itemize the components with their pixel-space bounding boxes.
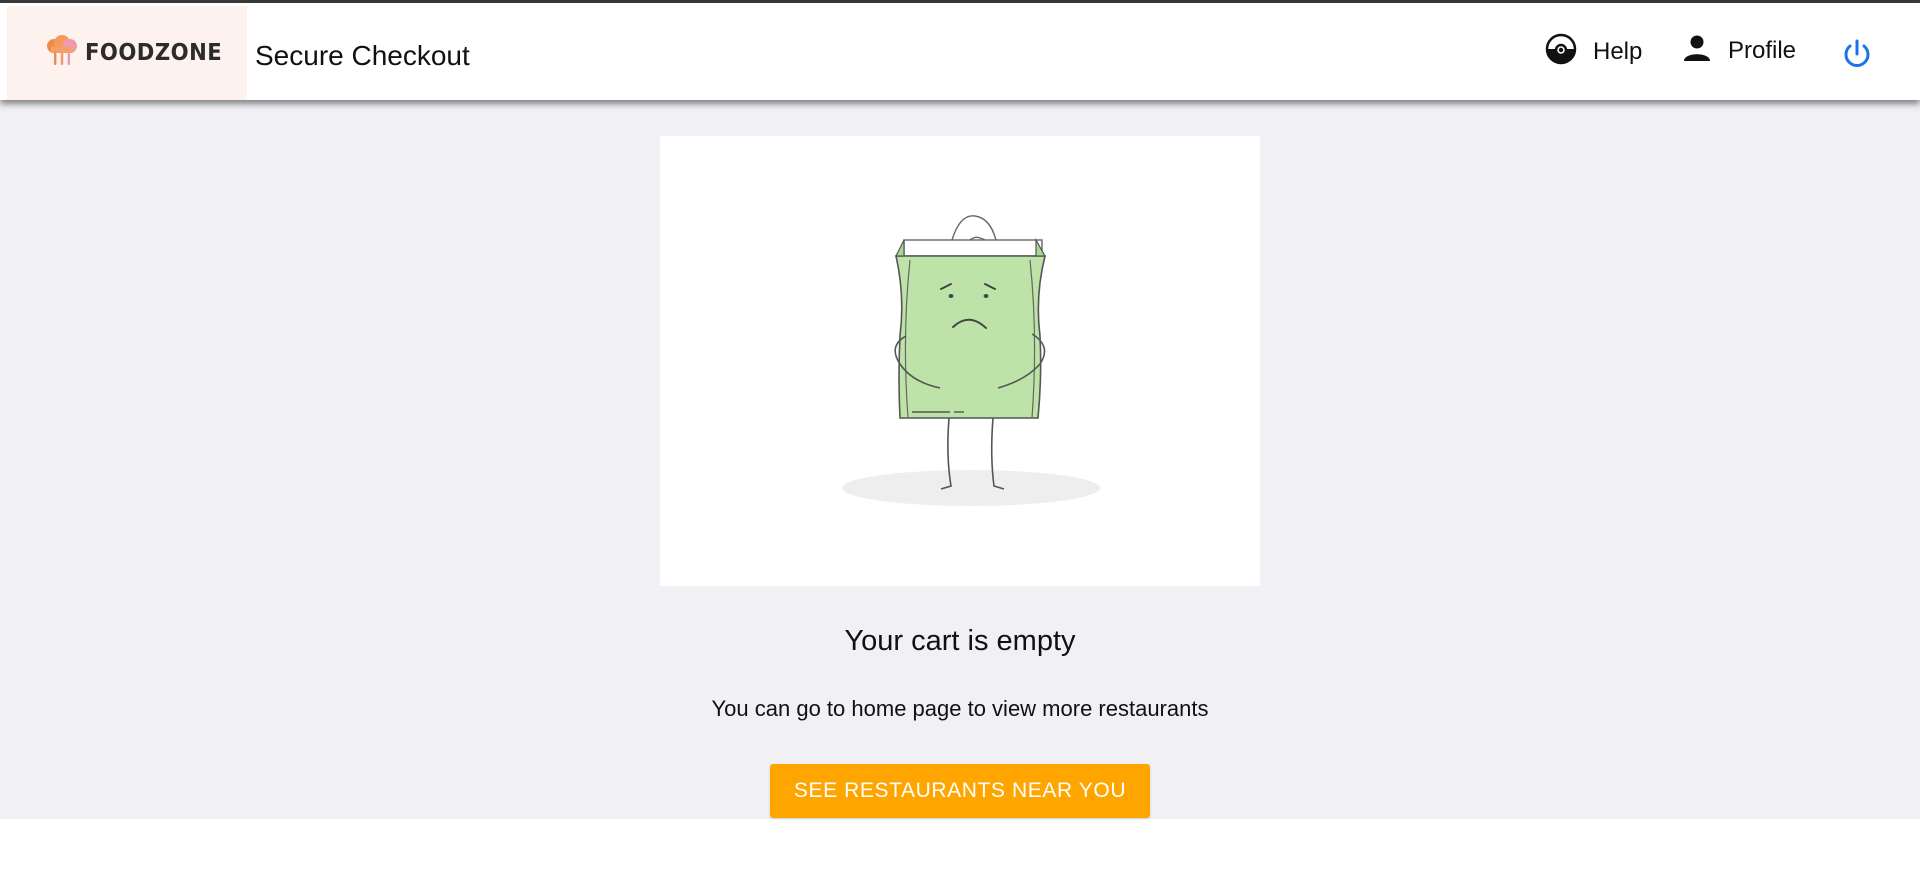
help-icon [1545,33,1577,70]
main-content: Your cart is empty You can go to home pa… [0,100,1920,819]
nav-help[interactable]: Help [1545,33,1642,70]
nav-profile-label: Profile [1728,36,1797,64]
empty-cart-subtitle: You can go to home page to view more res… [711,696,1209,721]
app-header: FOODZONE Secure Checkout Help Profile [0,3,1920,100]
chef-hat-logo-icon [45,34,79,73]
power-icon [1840,39,1874,75]
brand-name: FOODZONE [85,40,223,66]
nav-help-label: Help [1593,37,1643,65]
logout-button[interactable] [1840,37,1874,76]
page-title: Secure Checkout [255,40,470,71]
nav-profile[interactable]: Profile [1682,33,1796,68]
person-icon [1682,33,1712,68]
empty-cart-illustration-card [660,136,1260,586]
brand-logo[interactable]: FOODZONE [7,6,247,100]
see-restaurants-button[interactable]: SEE RESTAURANTS NEAR YOU [770,764,1150,818]
sad-shopping-bag-illustration [842,215,1100,506]
empty-cart-title: Your cart is empty [844,625,1076,657]
